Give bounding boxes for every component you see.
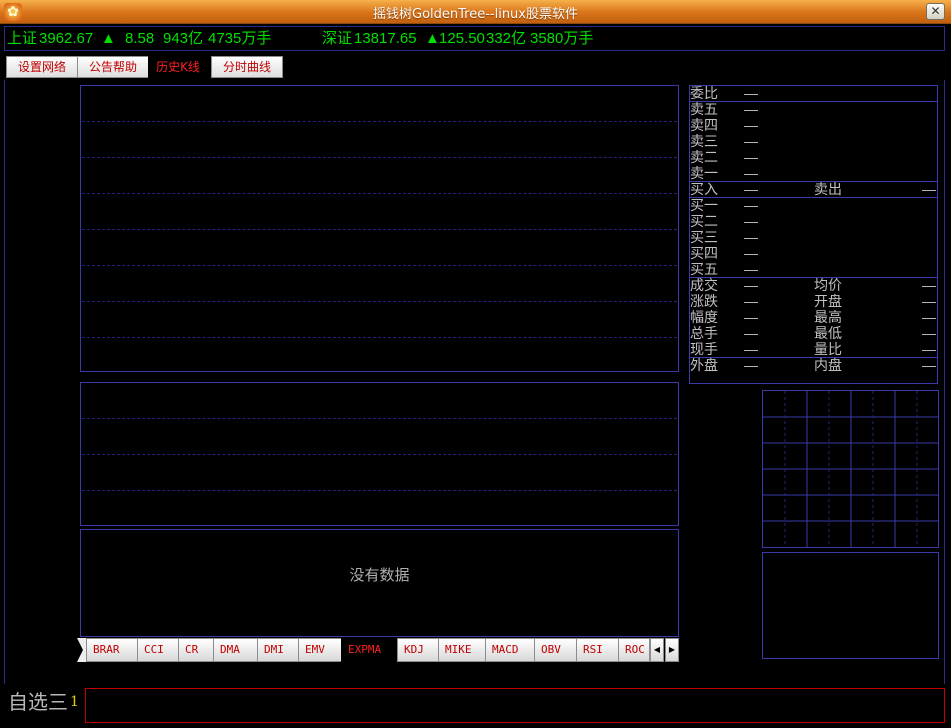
- tab-cci[interactable]: CCI: [137, 638, 179, 662]
- tab-dma[interactable]: DMA: [213, 638, 258, 662]
- tab-scroll-right-icon[interactable]: ▶: [665, 638, 679, 662]
- sz-index-value: 13817.65: [354, 30, 417, 47]
- grid-line: [82, 121, 677, 122]
- sh-index-name: 上证: [7, 30, 38, 47]
- grid-line: [82, 229, 677, 230]
- quote-row-range: 幅度 — 最高 —: [690, 309, 936, 325]
- tab-obv[interactable]: OBV: [534, 638, 577, 662]
- kline-chart-panel[interactable]: [80, 85, 679, 372]
- indicator-chart-panel[interactable]: 没有数据: [80, 529, 679, 637]
- mini-info-box: [762, 552, 939, 659]
- quote-row-volume: 成交 — 均价 —: [690, 277, 936, 293]
- tab-brar[interactable]: BRAR: [86, 638, 138, 662]
- tab-mike[interactable]: MIKE: [438, 638, 486, 662]
- tab-dmi[interactable]: DMI: [257, 638, 299, 662]
- quote-row-buyin: 买入 — 卖出 —: [690, 181, 936, 197]
- quote-row-outer-inner: 外盘 — 内盘 —: [690, 357, 936, 373]
- mini-grid-chart: [762, 390, 939, 548]
- quote-row-buy5: 买五 —: [690, 261, 758, 277]
- sh-up-arrow-icon: ▲: [101, 30, 116, 47]
- menu-history-kline[interactable]: 历史K线: [148, 56, 208, 78]
- tab-macd[interactable]: MACD: [485, 638, 535, 662]
- menu-announcement-help[interactable]: 公告帮助: [77, 56, 149, 78]
- grid-line: [82, 418, 677, 419]
- window-titlebar[interactable]: ✿ 摇钱树GoldenTree--linux股票软件 ✕: [0, 0, 951, 24]
- window-title: 摇钱树GoldenTree--linux股票软件: [373, 7, 578, 22]
- tab-emv[interactable]: EMV: [298, 638, 342, 662]
- quote-row-sell5: 卖五 —: [690, 101, 758, 117]
- quote-row-sell2: 卖二 —: [690, 149, 758, 165]
- grid-line: [82, 454, 677, 455]
- grid-line: [82, 265, 677, 266]
- grid-line: [82, 490, 677, 491]
- quote-row-buy1: 买一 —: [690, 197, 758, 213]
- volume-chart-panel[interactable]: [80, 382, 679, 526]
- tab-scroll-left-icon[interactable]: ◀: [650, 638, 664, 662]
- quote-row-weibi: 委比 —: [690, 85, 758, 101]
- sh-index-value: 3962.67: [39, 30, 94, 47]
- grid-line: [82, 301, 677, 302]
- market-ticker: 上证 3962.67 ▲ 8.58 943亿 4735万手 深证 13817.6…: [4, 26, 945, 51]
- quote-row-total-hands: 总手 — 最低 —: [690, 325, 936, 341]
- quote-row-buy2: 买二 —: [690, 213, 758, 229]
- sh-volume: 4735万手: [208, 30, 272, 47]
- grid-line: [82, 157, 677, 158]
- sz-index-name: 深证: [322, 30, 353, 47]
- quote-row-sell4: 卖四 —: [690, 117, 758, 133]
- mini-grid-lines: [763, 391, 938, 547]
- quote-row-buy3: 买三 —: [690, 229, 758, 245]
- grid-line: [82, 337, 677, 338]
- sz-change: 125.50: [439, 30, 485, 47]
- favorites-group-number: 1: [70, 694, 79, 710]
- sz-volume: 3580万手: [530, 30, 594, 47]
- menu-intraday-curve[interactable]: 分时曲线: [211, 56, 283, 78]
- quote-row-current-hands: 现手 — 量比 —: [690, 341, 936, 357]
- tab-rsi[interactable]: RSI: [576, 638, 619, 662]
- tab-roc[interactable]: ROC: [618, 638, 650, 662]
- quote-row-buy4: 买四 —: [690, 245, 758, 261]
- sh-amount: 943亿: [163, 30, 204, 47]
- quote-panel: 委比 — 卖五 — 卖四 — 卖三 — 卖二 — 卖一 — 买入 — 卖出 — …: [689, 85, 938, 384]
- grid-line: [82, 193, 677, 194]
- tab-expma[interactable]: EXPMA: [341, 638, 397, 662]
- tab-cr[interactable]: CR: [178, 638, 214, 662]
- menu-network-settings[interactable]: 设置网络: [6, 56, 78, 78]
- quote-row-sell3: 卖三 —: [690, 133, 758, 149]
- sh-change: 8.58: [125, 30, 155, 47]
- favorites-group-label[interactable]: 自选三: [8, 689, 68, 715]
- no-data-message: 没有数据: [349, 566, 410, 584]
- quote-row-change: 涨跌 — 开盘 —: [690, 293, 936, 309]
- close-button[interactable]: ✕: [926, 3, 945, 20]
- stock-code-input[interactable]: [85, 688, 945, 723]
- sz-up-arrow-icon: ▲: [425, 30, 440, 47]
- tab-kdj[interactable]: KDJ: [397, 638, 439, 662]
- sz-amount: 332亿: [486, 30, 527, 47]
- quote-row-sell1: 卖一 —: [690, 165, 758, 181]
